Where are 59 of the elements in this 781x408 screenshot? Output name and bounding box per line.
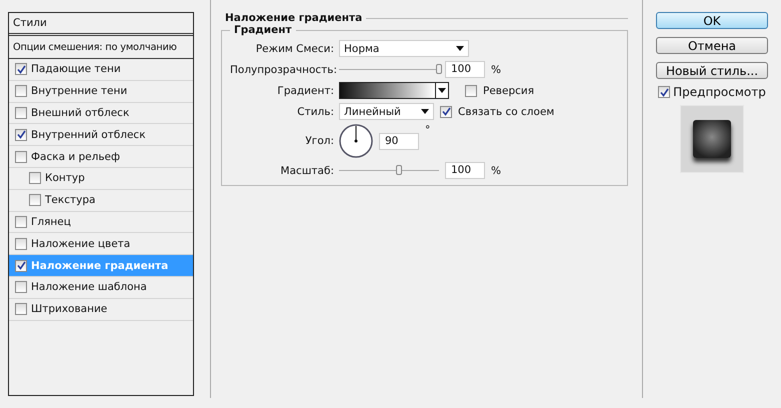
- group-title: Градиент: [233, 24, 293, 36]
- checkbox[interactable]: [15, 85, 27, 98]
- field-label: Стиль:: [296, 106, 334, 118]
- scale-field[interactable]: 100: [445, 162, 485, 179]
- style-item[interactable]: Контур: [9, 168, 193, 190]
- slider-thumb[interactable]: [396, 165, 402, 175]
- slider[interactable]: [339, 64, 439, 75]
- checkbox[interactable]: [15, 216, 27, 228]
- checkbox[interactable]: [440, 106, 452, 118]
- dialog-button[interactable]: OK: [656, 12, 768, 29]
- slider-thumb[interactable]: [436, 64, 442, 74]
- checkbox[interactable]: [15, 106, 27, 119]
- style-item[interactable]: Фаска и рельеф: [9, 146, 193, 168]
- style-item[interactable]: Внутренний отблеск: [9, 124, 193, 146]
- style-preview: [680, 105, 744, 173]
- checkbox[interactable]: [15, 63, 27, 76]
- checkbox-label: Реверсия: [483, 84, 534, 96]
- dropdown-arrow-icon: [421, 109, 429, 114]
- style-item[interactable]: Штрихование: [9, 298, 193, 321]
- checkbox[interactable]: [29, 172, 41, 184]
- style-item[interactable]: Глянец: [9, 212, 193, 234]
- style-item[interactable]: Наложение шаблона: [9, 276, 193, 299]
- dropdown-arrow-icon: [438, 88, 446, 93]
- field-label: Масштаб:: [280, 164, 334, 176]
- opacity-field[interactable]: 100: [445, 61, 485, 78]
- section-title: Наложение градиента: [224, 12, 364, 24]
- style-item[interactable]: Внутренние тени: [9, 80, 193, 103]
- unit-label: %: [491, 164, 501, 176]
- checkbox[interactable]: [15, 260, 27, 272]
- style-item[interactable]: Внешний отблеск: [9, 102, 193, 124]
- field-label: Градиент:: [276, 84, 334, 96]
- field-label: Режим Смеси:: [254, 42, 334, 54]
- checkbox-label: Предпросмотр: [673, 85, 766, 99]
- style-item[interactable]: Текстура: [9, 190, 193, 212]
- dialog-button[interactable]: Отмена: [656, 37, 768, 54]
- checkbox[interactable]: [15, 303, 27, 316]
- style-item[interactable]: Опции смешения: по умолчанию: [9, 36, 193, 59]
- checkbox[interactable]: [15, 150, 27, 163]
- field-label: Полупрозрачность:: [230, 64, 334, 76]
- checkbox[interactable]: [658, 86, 670, 98]
- unit-label: °: [425, 124, 430, 136]
- style-dropdown[interactable]: Линейный: [339, 103, 434, 120]
- checkbox[interactable]: [15, 128, 27, 141]
- dropdown-arrow-icon: [456, 46, 464, 51]
- gradient-picker[interactable]: [339, 82, 449, 99]
- blend-mode-dropdown[interactable]: Норма: [339, 40, 469, 57]
- style-item[interactable]: Падающие тени: [9, 59, 193, 81]
- unit-label: %: [491, 64, 501, 76]
- checkbox[interactable]: [15, 281, 27, 294]
- field-label: Угол:: [304, 135, 334, 147]
- checkbox[interactable]: [15, 238, 27, 250]
- angle-dial[interactable]: [339, 124, 373, 158]
- slider[interactable]: [339, 165, 439, 176]
- checkbox-label: Связать со слоем: [458, 106, 554, 118]
- panel-title: Стили: [9, 13, 193, 36]
- checkbox[interactable]: [29, 194, 41, 206]
- angle-field[interactable]: 90: [379, 132, 419, 150]
- dialog-button[interactable]: Новый стиль...: [656, 62, 768, 79]
- checkbox[interactable]: [465, 84, 477, 96]
